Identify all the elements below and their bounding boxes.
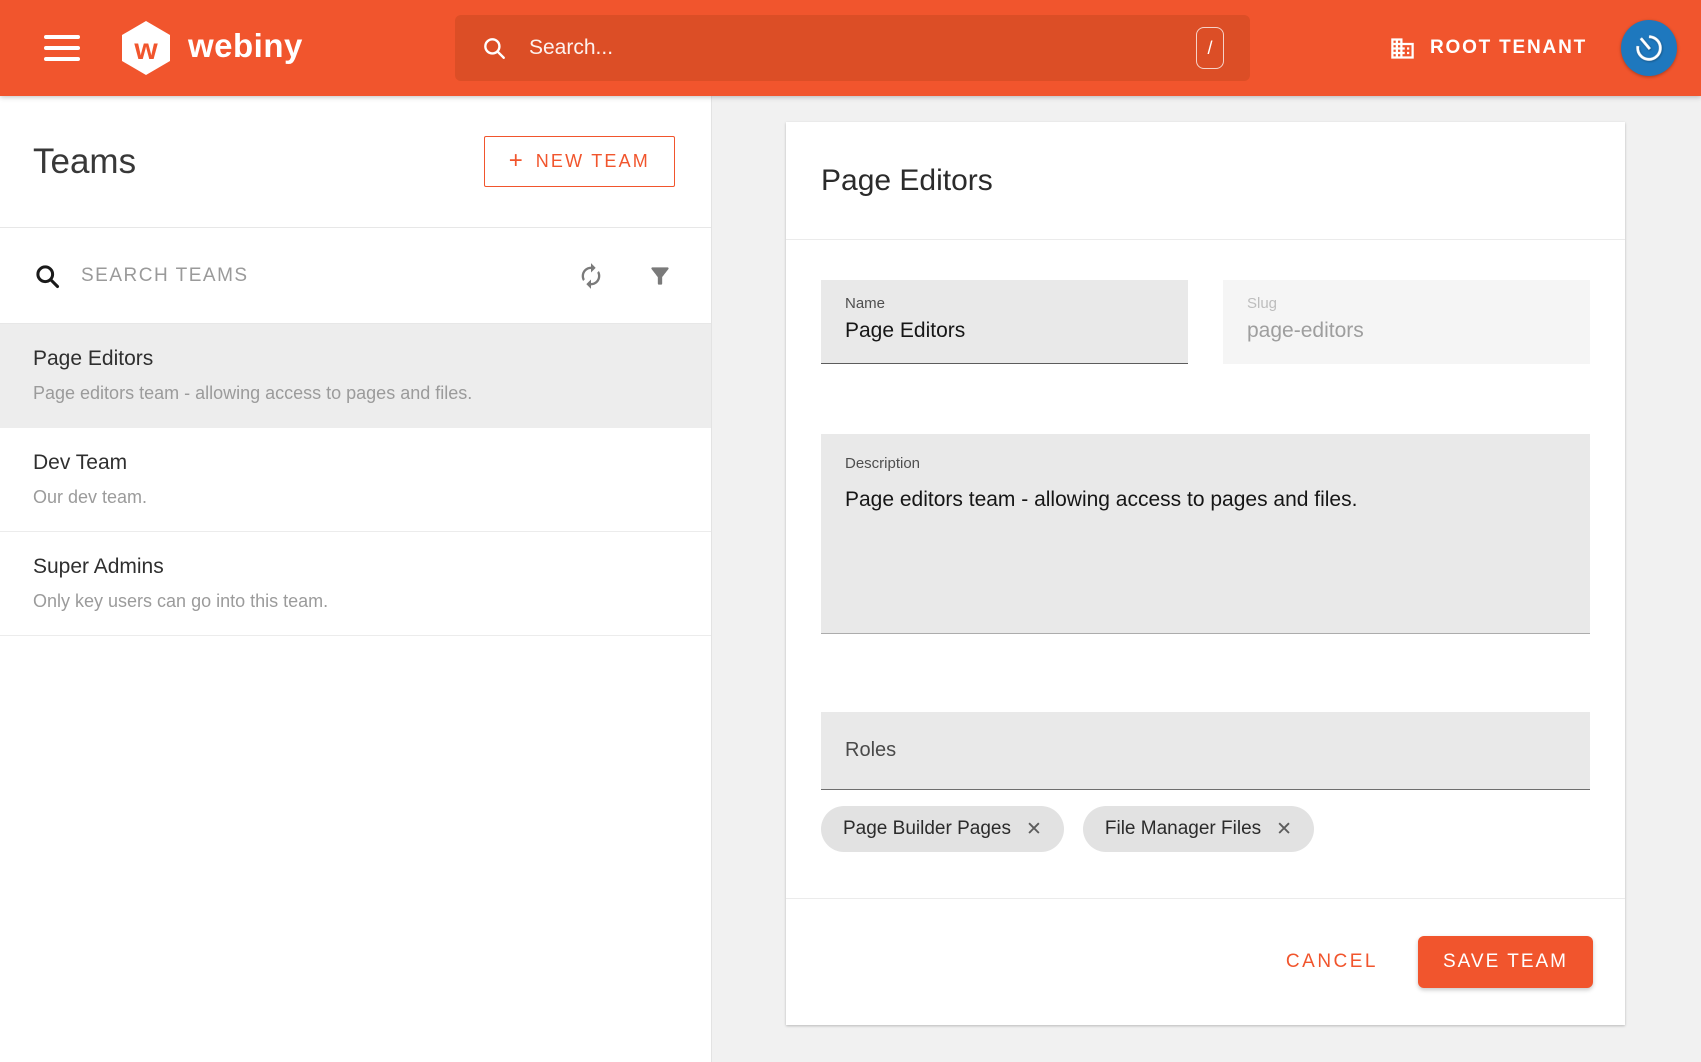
slug-input xyxy=(1247,319,1566,343)
roles-label: Roles xyxy=(845,739,896,762)
save-team-button[interactable]: SAVE TEAM xyxy=(1418,936,1593,988)
details-area: Page Editors Name Slug Description Page … xyxy=(713,96,1701,1062)
global-search-input[interactable] xyxy=(529,36,1196,60)
app-header: w webiny / ROOT TENANT xyxy=(0,0,1701,96)
new-team-button[interactable]: + NEW TEAM xyxy=(484,136,675,187)
plus-icon: + xyxy=(509,147,523,175)
form-title: Page Editors xyxy=(821,164,993,198)
refresh-icon[interactable] xyxy=(577,262,605,290)
role-chip-file-manager-files[interactable]: File Manager Files ✕ xyxy=(1083,806,1314,852)
menu-icon[interactable] xyxy=(44,35,80,61)
tenant-selector[interactable]: ROOT TENANT xyxy=(1430,37,1587,59)
filter-icon[interactable] xyxy=(647,263,673,289)
slug-field: Slug xyxy=(1223,280,1590,364)
search-teams-icon xyxy=(33,262,61,290)
team-list-item-dev-team[interactable]: Dev Team Our dev team. xyxy=(0,428,711,532)
webiny-logo-icon[interactable]: w xyxy=(118,20,174,76)
name-label: Name xyxy=(845,295,1164,312)
brand-name: webiny xyxy=(188,27,303,65)
user-avatar[interactable] xyxy=(1621,20,1677,76)
role-chip-page-builder-pages[interactable]: Page Builder Pages ✕ xyxy=(821,806,1064,852)
description-field[interactable]: Description Page editors team - allowing… xyxy=(821,434,1590,634)
tenant-building-icon xyxy=(1389,35,1416,62)
power-icon xyxy=(1625,24,1673,72)
name-field[interactable]: Name xyxy=(821,280,1188,364)
search-teams-input[interactable] xyxy=(81,265,577,287)
remove-role-icon[interactable]: ✕ xyxy=(1276,820,1292,839)
roles-chips: Page Builder Pages ✕ File Manager Files … xyxy=(821,806,1590,852)
team-list-item-super-admins[interactable]: Super Admins Only key users can go into … xyxy=(0,532,711,636)
team-list-item-page-editors[interactable]: Page Editors Page editors team - allowin… xyxy=(0,324,711,428)
slug-label: Slug xyxy=(1247,295,1566,312)
global-search-bar[interactable]: / xyxy=(455,15,1250,81)
name-input[interactable] xyxy=(845,319,1164,343)
description-input[interactable]: Page editors team - allowing access to p… xyxy=(845,488,1566,618)
slash-shortcut-badge: / xyxy=(1196,27,1224,69)
teams-list-panel: Teams + NEW TEAM Page Editors Page edito… xyxy=(0,96,712,1062)
svg-text:w: w xyxy=(133,33,158,66)
roles-field[interactable]: Roles xyxy=(821,712,1590,790)
cancel-button[interactable]: CANCEL xyxy=(1286,951,1378,973)
page-title: Teams xyxy=(33,142,136,182)
team-form-card: Page Editors Name Slug Description Page … xyxy=(786,122,1625,1025)
remove-role-icon[interactable]: ✕ xyxy=(1026,820,1042,839)
description-label: Description xyxy=(845,455,1566,472)
search-icon xyxy=(481,35,507,61)
